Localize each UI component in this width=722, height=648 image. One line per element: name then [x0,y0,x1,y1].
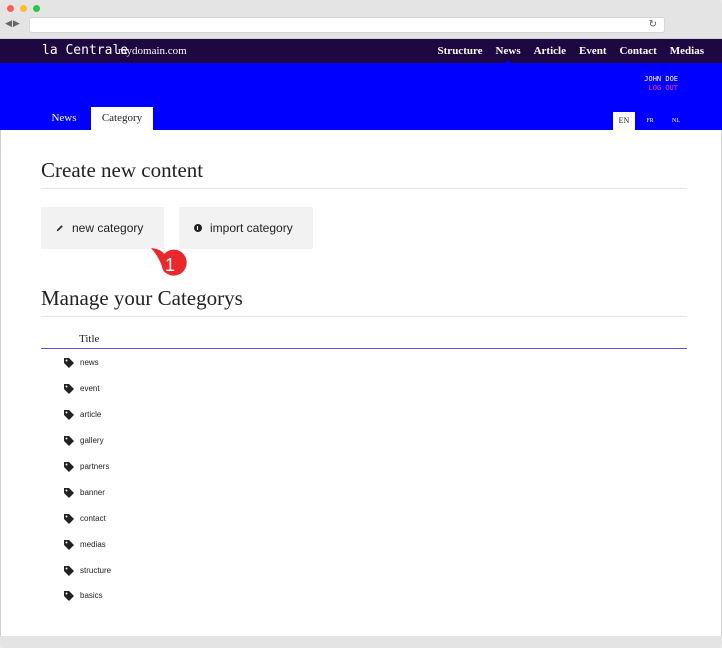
tag-icon [64,591,74,601]
minimize-window-button[interactable] [20,5,27,12]
tag-icon [64,462,74,472]
language-nl[interactable]: NL [667,112,685,130]
language-fr[interactable]: FR [641,112,659,130]
category-name[interactable]: event [80,382,100,396]
tag-icon [64,514,74,524]
top-navigation: la Centrale mydomain.com Structure News … [0,39,722,63]
tag-icon [64,488,74,498]
browser-window: ◀▶ ↻ la Centrale mydomain.com Structure … [0,0,722,648]
tab-news[interactable]: News [41,107,87,130]
logout-link[interactable]: LOG OUT [644,84,678,93]
browser-bottom-bar [0,636,722,648]
column-title[interactable]: Title [79,333,99,345]
plus-circle-icon [194,224,202,232]
manage-title: Manage your Categorys [41,286,687,317]
user-name[interactable]: JOHN DOE [644,75,678,84]
tag-icon [64,436,74,446]
create-content-title: Create new content [41,158,687,189]
category-name[interactable]: contact [80,512,106,526]
close-window-button[interactable] [7,5,14,12]
site-domain[interactable]: mydomain.com [118,45,187,57]
import-category-button[interactable]: import category [179,207,313,249]
category-name[interactable]: news [80,356,99,370]
maximize-window-button[interactable] [33,5,40,12]
table-header: Title [41,333,687,349]
section-header: JOHN DOE LOG OUT News Category EN FR NL [0,63,722,130]
import-category-label: import category [210,221,293,235]
new-category-label: new category [72,221,144,235]
category-name[interactable]: basics [80,589,103,603]
main-menu: Structure News Article Event Contact Med… [425,39,704,63]
new-category-button[interactable]: new category [41,207,164,249]
step-badge-number: 1 [165,255,175,275]
menu-item-event[interactable]: Event [579,39,607,63]
menu-item-structure[interactable]: Structure [438,39,483,63]
tab-category[interactable]: Category [91,107,153,130]
tag-icon [64,358,74,368]
pencil-icon [56,225,63,232]
back-forward-icon[interactable]: ◀▶ [5,18,21,29]
address-bar[interactable]: ↻ [29,17,665,33]
category-name[interactable]: article [80,408,101,422]
tag-icon [64,566,74,576]
language-en[interactable]: EN [613,112,635,130]
category-name[interactable]: banner [80,486,105,500]
menu-item-medias[interactable]: Medias [670,39,704,63]
tag-icon [64,540,74,550]
browser-chrome: ◀▶ ↻ [0,0,722,39]
step-badge: 1 [151,248,187,276]
menu-item-article[interactable]: Article [534,39,566,63]
user-panel: JOHN DOE LOG OUT [644,75,678,93]
category-name[interactable]: medias [80,538,106,552]
category-name[interactable]: gallery [80,434,104,448]
tag-icon [64,410,74,420]
reload-icon[interactable]: ↻ [649,18,657,32]
site-brand[interactable]: la Centrale [42,43,128,58]
category-name[interactable]: partners [80,460,109,474]
menu-item-contact[interactable]: Contact [619,39,656,63]
menu-item-news[interactable]: News [496,39,521,63]
tag-icon [64,384,74,394]
category-name[interactable]: structure [80,564,111,578]
